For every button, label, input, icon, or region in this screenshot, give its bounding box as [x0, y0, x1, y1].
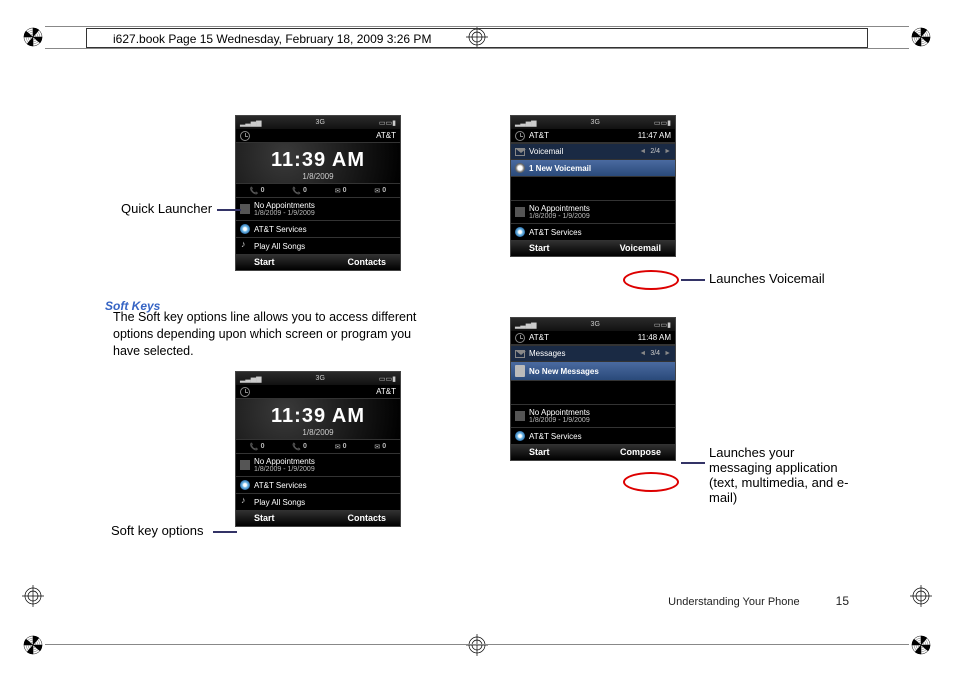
phone-screenshot-home: ▂▃▅▆ 3G ▭▭▮ AT&T 11:39 AM 1/8/2009 📞 0 📞… [235, 115, 401, 271]
clock-icon [240, 131, 250, 141]
reg-mark-icon [910, 585, 932, 607]
messages-icon [515, 350, 525, 358]
callout-messaging: Launches your messaging application (tex… [709, 445, 849, 505]
softkey-voicemail: Voicemail [620, 243, 661, 253]
phone-screenshot-home2: ▂▃▅▆ 3G ▭▭▮ AT&T 11:39 AM 1/8/2009 📞 0 📞… [235, 371, 401, 527]
callout-voicemail: Launches Voicemail [709, 271, 849, 286]
callout-quick-launcher: Quick Launcher [121, 201, 212, 216]
footer-section: Understanding Your Phone [668, 596, 800, 608]
phone-screenshot-messages: ▂▃▅▆ 3G ▭▭▮ AT&T 11:48 AM Messages ◄3/4►… [510, 317, 676, 461]
page-footer: Understanding Your Phone 15 [668, 594, 849, 608]
reg-mark-icon [466, 634, 488, 656]
softkey-compose: Compose [620, 447, 661, 457]
reg-mark-icon [22, 634, 44, 656]
callout-softkey-options: Soft key options [111, 523, 204, 538]
music-icon [240, 241, 250, 251]
quick-launcher-row: 📞 0 📞 0 ✉ 0 ✉ 0 [236, 183, 400, 197]
clock-icon [240, 387, 250, 397]
highlight-oval [623, 270, 679, 290]
page-number: 15 [836, 594, 849, 608]
highlight-oval [623, 472, 679, 492]
reg-mark-icon [910, 634, 932, 656]
reg-mark-icon [22, 585, 44, 607]
header-text: i627.book Page 15 Wednesday, February 18… [113, 32, 431, 46]
voicemail-icon [515, 148, 525, 156]
reg-mark-icon [910, 26, 932, 48]
phone-screenshot-voicemail: ▂▃▅▆ 3G ▭▭▮ AT&T 11:47 AM Voicemail ◄2/4… [510, 115, 676, 257]
body-paragraph: The Soft key options line allows you to … [105, 309, 445, 360]
reg-mark-icon [22, 26, 44, 48]
att-icon [240, 224, 250, 234]
home-time: 11:39 AM [236, 149, 400, 172]
page-header: i627.book Page 15 Wednesday, February 18… [86, 28, 868, 48]
soft-key-bar: Start Contacts [236, 510, 400, 526]
